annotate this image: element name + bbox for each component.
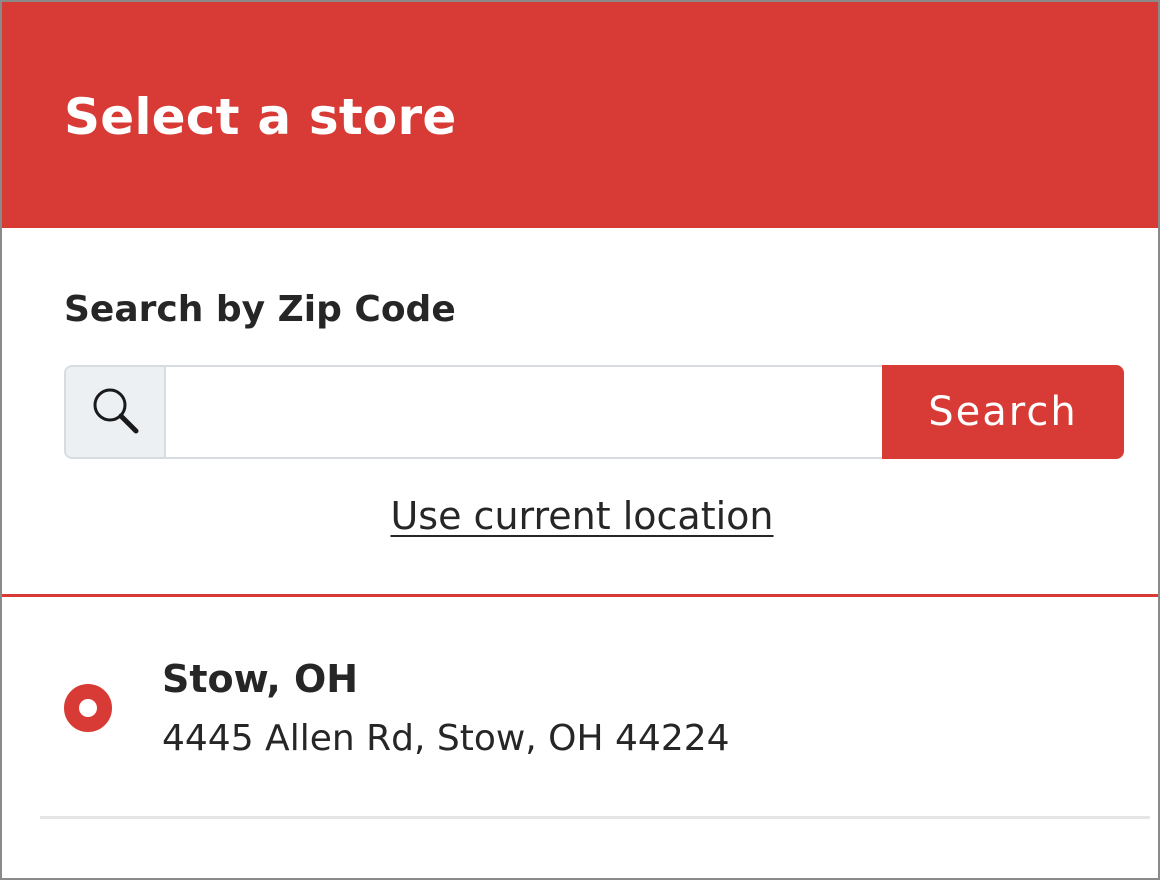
store-address: 4445 Allen Rd, Stow, OH 44224 [162, 718, 730, 759]
store-option[interactable]: Stow, OH 4445 Allen Rd, Stow, OH 44224 [2, 642, 1158, 782]
search-icon-box [64, 365, 166, 459]
search-icon [89, 384, 141, 441]
search-button[interactable]: Search [882, 365, 1124, 459]
section-divider [2, 594, 1158, 597]
use-current-location-link[interactable]: Use current location [2, 490, 1158, 542]
page-title: Select a store [64, 88, 457, 146]
header-bar: Select a store [2, 2, 1158, 228]
zip-code-input[interactable] [166, 365, 882, 459]
list-divider [40, 816, 1150, 819]
store-name: Stow, OH [162, 657, 359, 701]
search-label: Search by Zip Code [64, 289, 456, 330]
store-selector-panel: Select a store Search by Zip Code Search… [0, 0, 1160, 880]
zip-search-bar: Search [64, 365, 1124, 459]
store-radio-selected[interactable] [64, 684, 112, 732]
